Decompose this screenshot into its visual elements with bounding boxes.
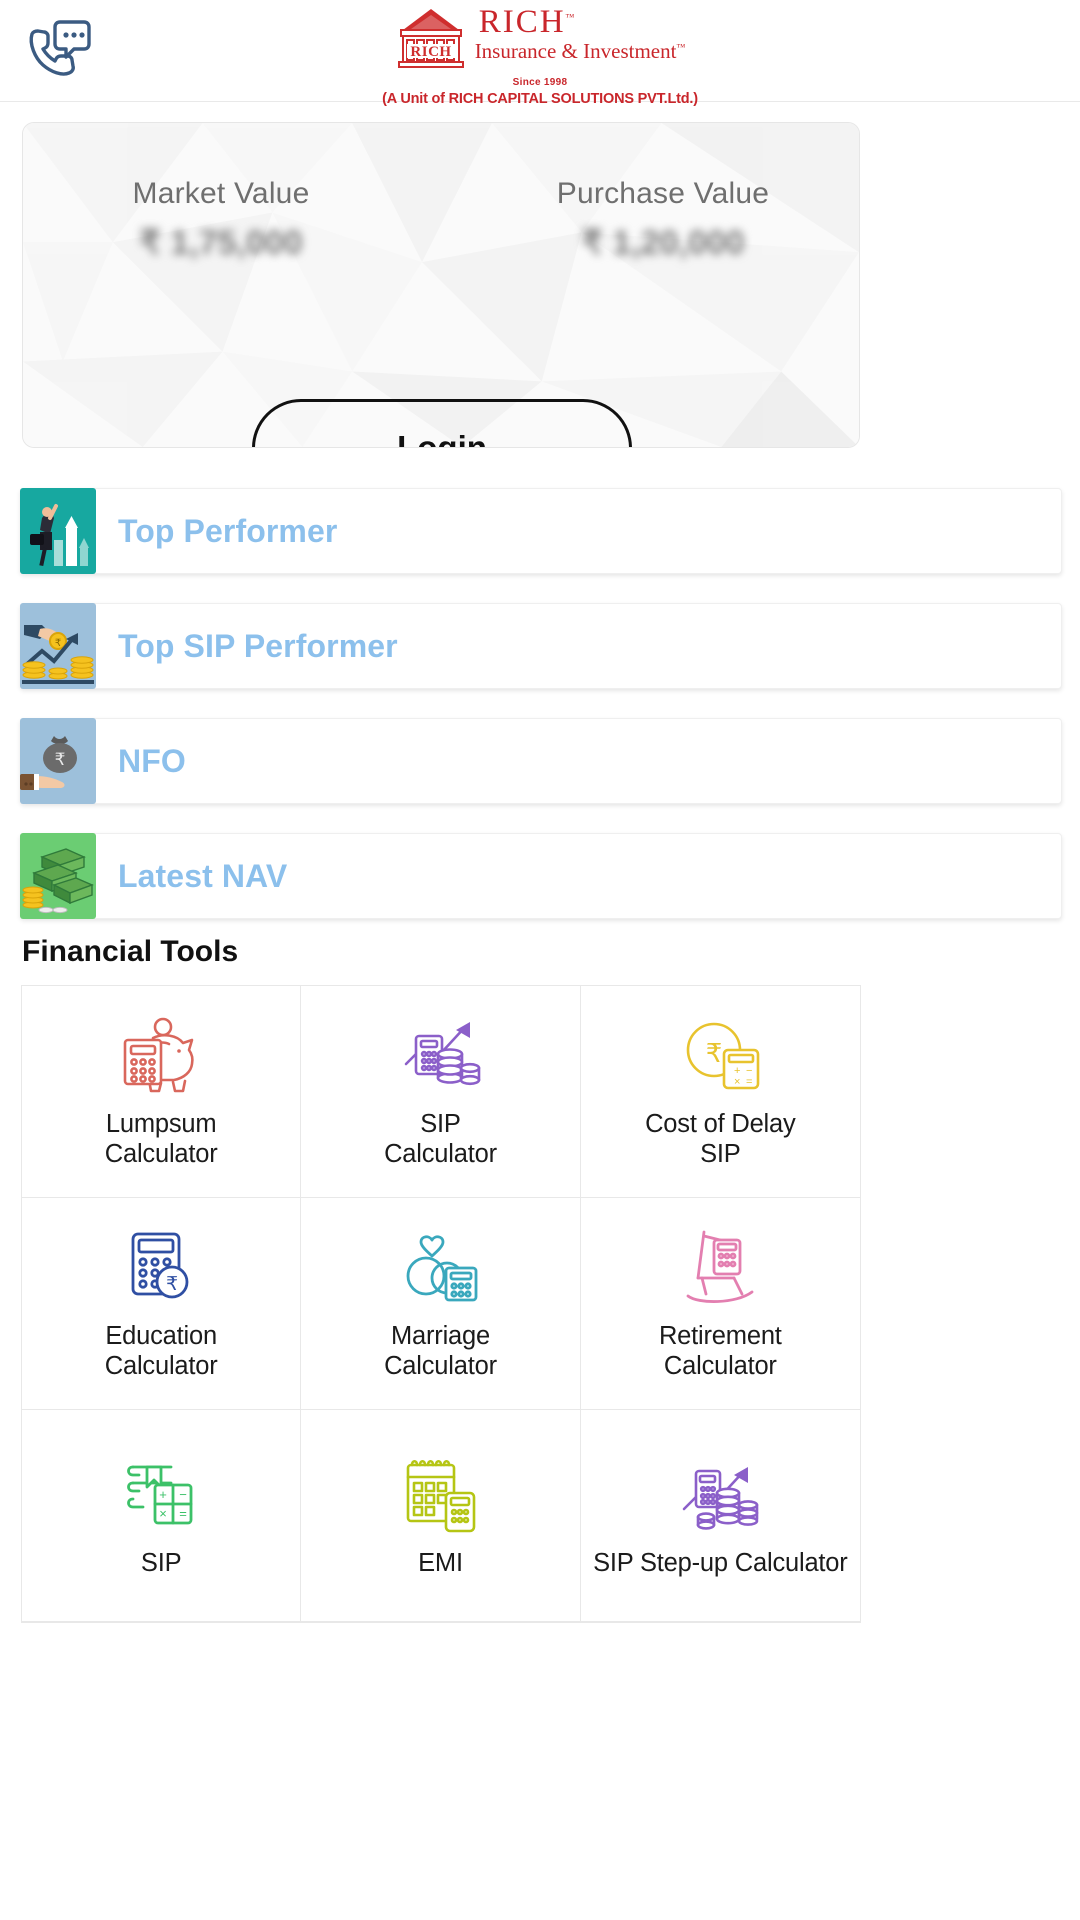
app-screen: RICH RICH™ Insurance & Investment™ Since… [0,0,1080,1920]
menu-item-nfo[interactable]: ₹ NFO [20,717,1062,804]
hand-money-bag-rupee-icon: ₹ [20,717,96,804]
tool-label-line2: SIP [700,1139,741,1168]
menu-item-label: NFO [118,742,186,779]
wedding-rings-calculator-icon [407,1235,478,1302]
financial-tools-heading: Financial Tools [22,935,239,968]
calculator-coins-arrow-icon [405,1022,481,1086]
tool-label-line1: SIP [420,1110,461,1139]
menu-item-top-sip-performer[interactable]: ₹ Top SIP Performer [20,602,1062,689]
tool-education-calculator[interactable]: ₹ Education Calculator [22,1198,302,1410]
quick-links-menu: Top Performer ₹ Top SIP Performer ₹ NFO … [20,487,1062,948]
portfolio-summary-card: Market Value ₹ 1,75,000 Purchase Value ₹… [22,122,860,448]
financial-tools-grid: Lumpsum Calculator SIP Calculator ₹ + − … [21,985,861,1623]
rich-building-icon: RICH [397,9,464,68]
svg-text:=: = [179,1506,187,1521]
calendar-calculator-icon [407,1459,476,1533]
tool-label-line2: Calculator [663,1351,777,1380]
purchase-value-amount: ₹ 1,20,000 [581,224,745,262]
tool-emi[interactable]: EMI [301,1410,581,1622]
purchase-value-label: Purchase Value [556,177,770,210]
tool-sip-calculator[interactable]: SIP Calculator [301,986,581,1198]
tool-label-line2: Calculator [384,1139,497,1168]
menu-item-label: Top SIP Performer [118,627,398,664]
calculator-coin-stack-arrow-icon [683,1466,759,1530]
svg-text:₹: ₹ [55,750,66,769]
tool-label-line1: Lumpsum [105,1110,217,1139]
trademark-mark: ™ [565,12,577,22]
svg-text:−: − [179,1487,187,1502]
menu-item-label: Top Performer [118,512,338,549]
rupee-clock-calculator-icon: ₹ + − × = [687,1023,760,1090]
brand-tagline: Insurance & Investment [474,38,677,63]
tool-label-line1: Marriage [390,1322,490,1351]
tool-label-line1: SIP Step-up Calculator [593,1548,848,1577]
tool-label-line1: Education [105,1322,217,1351]
tool-sip[interactable]: + − × = SIP [22,1410,302,1622]
tool-sip-stepup-calculator[interactable]: SIP Step-up Calculator [580,1410,860,1622]
login-button[interactable]: Login [252,399,632,447]
brand-logo: RICH RICH™ Insurance & Investment™ Since… [0,4,1080,107]
svg-text:=: = [746,1076,752,1088]
market-value-amount: ₹ 1,75,000 [139,224,303,262]
brand-name: RICH [478,4,566,40]
calculator-rupee-coin-icon: ₹ [131,1233,189,1299]
tool-label-line2: Calculator [384,1351,497,1380]
svg-text:RICH: RICH [410,44,451,60]
tool-marriage-calculator[interactable]: Marriage Calculator [301,1198,581,1410]
piggy-bank-calculator-icon [123,1018,194,1093]
svg-text:×: × [734,1076,740,1088]
tool-label-line1: EMI [418,1548,463,1577]
svg-text:₹: ₹ [166,1274,178,1295]
trademark-mark-2: ™ [676,41,686,52]
purchase-value-block: Purchase Value ₹ 1,20,000 [441,177,859,263]
tool-label-line2: Calculator [104,1139,218,1168]
market-value-block: Market Value ₹ 1,75,000 [23,177,441,263]
tool-label-line2: Calculator [104,1351,218,1380]
svg-text:₹: ₹ [706,1038,723,1068]
brand-since: Since 1998 [512,77,568,88]
svg-text:₹: ₹ [55,638,61,649]
svg-text:×: × [159,1506,167,1521]
svg-text:+: + [159,1487,167,1502]
rocking-chair-calculator-icon [686,1231,754,1304]
market-value-label: Market Value [132,177,310,210]
menu-item-label: Latest NAV [118,857,288,894]
menu-item-latest-nav[interactable]: Latest NAV [20,832,1062,919]
tool-label-line1: SIP [140,1548,182,1577]
menu-item-top-performer[interactable]: Top Performer [20,487,1062,574]
tool-lumpsum-calculator[interactable]: Lumpsum Calculator [22,986,302,1198]
hand-coin-growth-arrow-icon: ₹ [20,602,96,689]
brand-unit: (A Unit of RICH CAPITAL SOLUTIONS PVT.Lt… [382,91,698,107]
book-calculator-icon: + − × = [127,1465,193,1525]
app-header: RICH RICH™ Insurance & Investment™ Since… [0,0,1080,107]
tool-label-line1: Cost of Delay [645,1110,796,1139]
tool-label-line1: Retirement [658,1322,782,1351]
businessman-growth-chart-icon [20,487,96,574]
tool-retirement-calculator[interactable]: Retirement Calculator [580,1198,860,1410]
tool-cost-of-delay-sip[interactable]: ₹ + − × = Cost of Delay SIP [580,986,860,1198]
cash-stacks-coins-icon [20,832,96,919]
